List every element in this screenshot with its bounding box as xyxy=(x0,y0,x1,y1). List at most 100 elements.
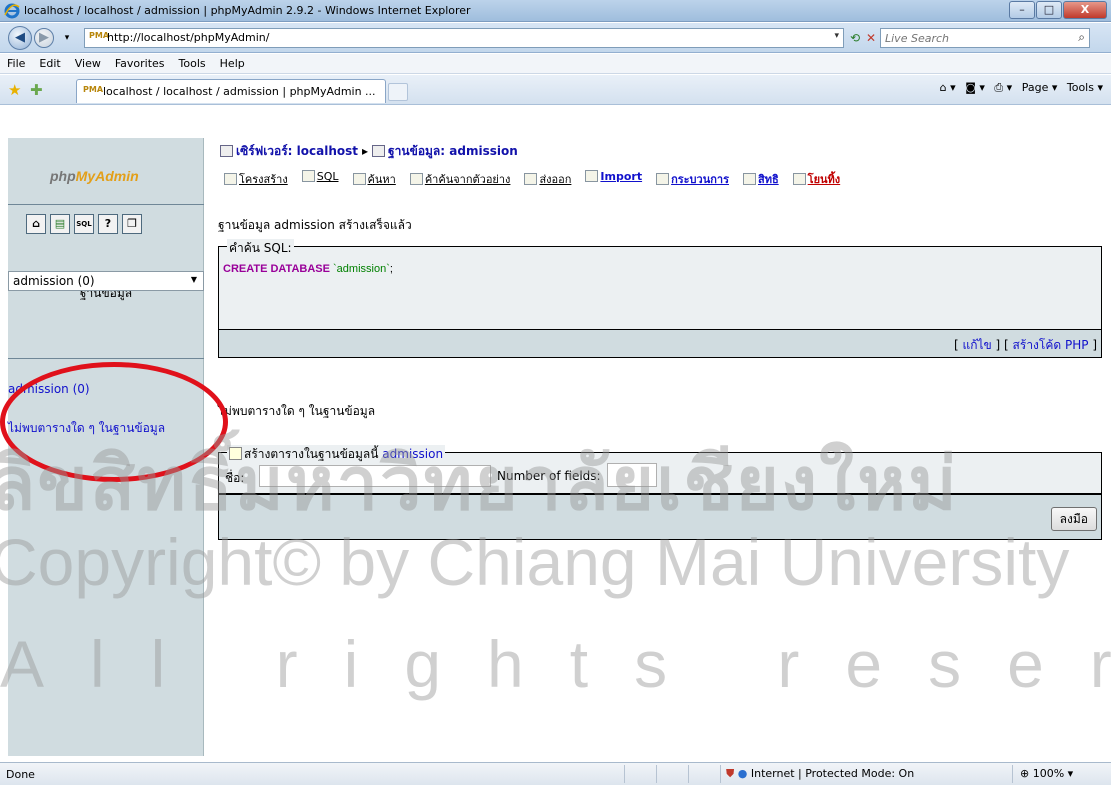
tab-operations-label: กระบวนการ xyxy=(671,173,729,186)
phpmyadmin-logo[interactable]: phpMyAdmin xyxy=(50,168,139,184)
menu-view[interactable]: View xyxy=(68,54,108,73)
tab-search[interactable]: ค้นหา xyxy=(352,170,396,188)
tab-structure[interactable]: โครงสร้าง xyxy=(224,170,288,188)
minimize-button[interactable]: – xyxy=(1009,1,1035,19)
browser-tab[interactable]: PMA localhost / localhost / admission | … xyxy=(76,79,386,103)
menu-edit[interactable]: Edit xyxy=(32,54,67,73)
home-icon[interactable]: ⌂ xyxy=(26,214,46,234)
success-message: ฐานข้อมูล admission สร้างเสร็จแล้ว xyxy=(218,218,412,232)
number-of-fields-label: Number of fields: xyxy=(497,469,601,483)
table-name-input[interactable] xyxy=(259,465,491,487)
menu-file[interactable]: File xyxy=(0,54,32,73)
forward-button[interactable]: ▶ xyxy=(34,28,54,48)
back-button[interactable]: ◀ xyxy=(8,26,32,50)
home-icon[interactable]: ⌂ ▾ xyxy=(940,81,956,94)
add-favorite-icon[interactable]: ✚ xyxy=(30,81,43,99)
close-button[interactable]: X xyxy=(1063,1,1107,19)
go-button[interactable]: ลงมือ xyxy=(1050,507,1097,531)
sql-query-box: คำค้น SQL: CREATE DATABASE `admission`; xyxy=(218,239,1102,330)
tab-export-label: ส่งออก xyxy=(539,173,572,186)
window-title: localhost / localhost / admission | phpM… xyxy=(24,4,471,17)
tools-menu[interactable]: Tools ▾ xyxy=(1067,81,1103,94)
zoom-level: 100% xyxy=(1032,767,1065,780)
tab-sql-label: SQL xyxy=(316,170,339,183)
maximize-button[interactable]: □ xyxy=(1036,1,1062,19)
security-zone[interactable]: ⛊ ● Internet | Protected Mode: On xyxy=(726,767,914,781)
divider xyxy=(656,765,657,783)
annotation-circle xyxy=(0,362,228,482)
create-table-form: สร้างตารางในฐานข้อมูลนี้ admission ชื่อ:… xyxy=(218,445,1102,494)
create-table-footer: ลงมือ xyxy=(218,494,1102,540)
tab-drop-label: โยนทิ้ง xyxy=(807,173,841,186)
status-text: Done xyxy=(6,768,35,781)
breadcrumb-database[interactable]: ฐานข้อมูล: admission xyxy=(388,144,518,158)
database-icon xyxy=(372,145,386,157)
tab-export[interactable]: ส่งออก xyxy=(524,170,571,188)
export-icon xyxy=(524,173,538,185)
search-icon[interactable]: ⌕ xyxy=(1078,30,1085,45)
address-field[interactable]: PMA http://localhost/phpMyAdmin/ ▾ xyxy=(84,28,844,48)
number-of-fields-input[interactable] xyxy=(607,463,657,487)
edit-query-link[interactable]: แก้ไข xyxy=(962,338,991,352)
stop-icon[interactable]: ✕ xyxy=(862,29,880,47)
sql-icon xyxy=(301,170,315,182)
new-tab-button[interactable] xyxy=(388,83,408,101)
divider xyxy=(624,765,625,783)
protected-mode-icon: ⛊ xyxy=(726,767,735,780)
address-dropdown-icon[interactable]: ▾ xyxy=(834,31,839,41)
sql-icon[interactable]: SQL xyxy=(74,214,94,234)
tab-import[interactable]: Import xyxy=(585,170,642,188)
breadcrumb: เซิร์ฟเวอร์: localhost ▸ ฐานข้อมูล: admiss… xyxy=(220,142,518,161)
window-titlebar: localhost / localhost / admission | phpM… xyxy=(0,0,1111,22)
query-window-icon[interactable]: ▤ xyxy=(50,214,70,234)
forward-arrow-icon: ▶ xyxy=(39,30,49,45)
history-dropdown-icon[interactable]: ▾ xyxy=(58,29,76,47)
operations-icon xyxy=(656,173,670,185)
zoom-control[interactable]: ⊕ 100% ▾ xyxy=(1020,767,1073,780)
menu-help[interactable]: Help xyxy=(213,54,252,73)
tab-sql[interactable]: SQL xyxy=(301,170,339,188)
tab-search-label: ค้นหา xyxy=(367,173,396,186)
address-toolbar: ◀ ▶ ▾ PMA http://localhost/phpMyAdmin/ ▾… xyxy=(0,23,1111,53)
tab-privileges-label: สิทธิ xyxy=(757,173,779,186)
sql-query-legend: คำค้น SQL: xyxy=(227,239,294,258)
page-menu[interactable]: Page ▾ xyxy=(1022,81,1058,94)
favorites-star-icon[interactable]: ★ xyxy=(8,81,21,99)
database-select[interactable]: admission (0) ▼ xyxy=(8,271,204,291)
sql-query-code: CREATE DATABASE `admission`; xyxy=(223,263,393,275)
tab-operations[interactable]: กระบวนการ xyxy=(656,170,729,188)
sql-documentation-icon[interactable]: ❐ xyxy=(122,214,142,234)
tab-privileges[interactable]: สิทธิ xyxy=(742,170,779,188)
main-frame: เซิร์ฟเวอร์: localhost ▸ ฐานข้อมูล: admiss… xyxy=(218,106,1111,762)
phpmyadmin-favicon-icon: PMA xyxy=(89,31,110,40)
tab-title: localhost / localhost / admission | phpM… xyxy=(103,85,376,98)
database-select-value: admission (0) xyxy=(13,274,95,288)
logo-php-text: php xyxy=(50,168,76,184)
no-tables-message: ไม่พบตารางใด ๆ ในฐานข้อมูล xyxy=(218,404,376,418)
status-bar: Done ⛊ ● Internet | Protected Mode: On ⊕… xyxy=(0,762,1111,785)
create-php-code-link[interactable]: สร้างโค้ด PHP xyxy=(1013,338,1089,352)
tab-query-label: ค้าค้นจากตัวอย่าง xyxy=(424,173,511,186)
import-icon xyxy=(585,170,599,182)
menu-tools[interactable]: Tools xyxy=(172,54,213,73)
menu-bar: File Edit View Favorites Tools Help xyxy=(0,54,1111,74)
tab-query[interactable]: ค้าค้นจากตัวอย่าง xyxy=(409,170,511,188)
server-icon xyxy=(220,145,233,157)
menu-favorites[interactable]: Favorites xyxy=(108,54,172,73)
breadcrumb-server[interactable]: เซิร์ฟเวอร์: localhost xyxy=(236,144,358,158)
sql-terminator: ; xyxy=(389,263,393,275)
address-url[interactable]: http://localhost/phpMyAdmin/ xyxy=(107,31,269,44)
divider xyxy=(8,204,204,205)
tab-drop[interactable]: โยนทิ้ง xyxy=(792,170,841,188)
back-arrow-icon: ◀ xyxy=(15,30,25,45)
divider xyxy=(8,358,204,359)
live-search-box[interactable]: ⌕ xyxy=(880,28,1090,48)
print-icon[interactable]: ⎙ ▾ xyxy=(994,81,1012,94)
breadcrumb-separator-icon: ▸ xyxy=(362,144,369,158)
feeds-icon[interactable]: ◙ ▾ xyxy=(965,81,985,94)
tab-import-label: Import xyxy=(600,170,643,183)
live-search-input[interactable] xyxy=(881,29,1061,47)
phpmyadmin-favicon-icon: PMA xyxy=(83,85,104,94)
drop-icon xyxy=(792,173,806,185)
documentation-icon[interactable]: ? xyxy=(98,214,118,234)
